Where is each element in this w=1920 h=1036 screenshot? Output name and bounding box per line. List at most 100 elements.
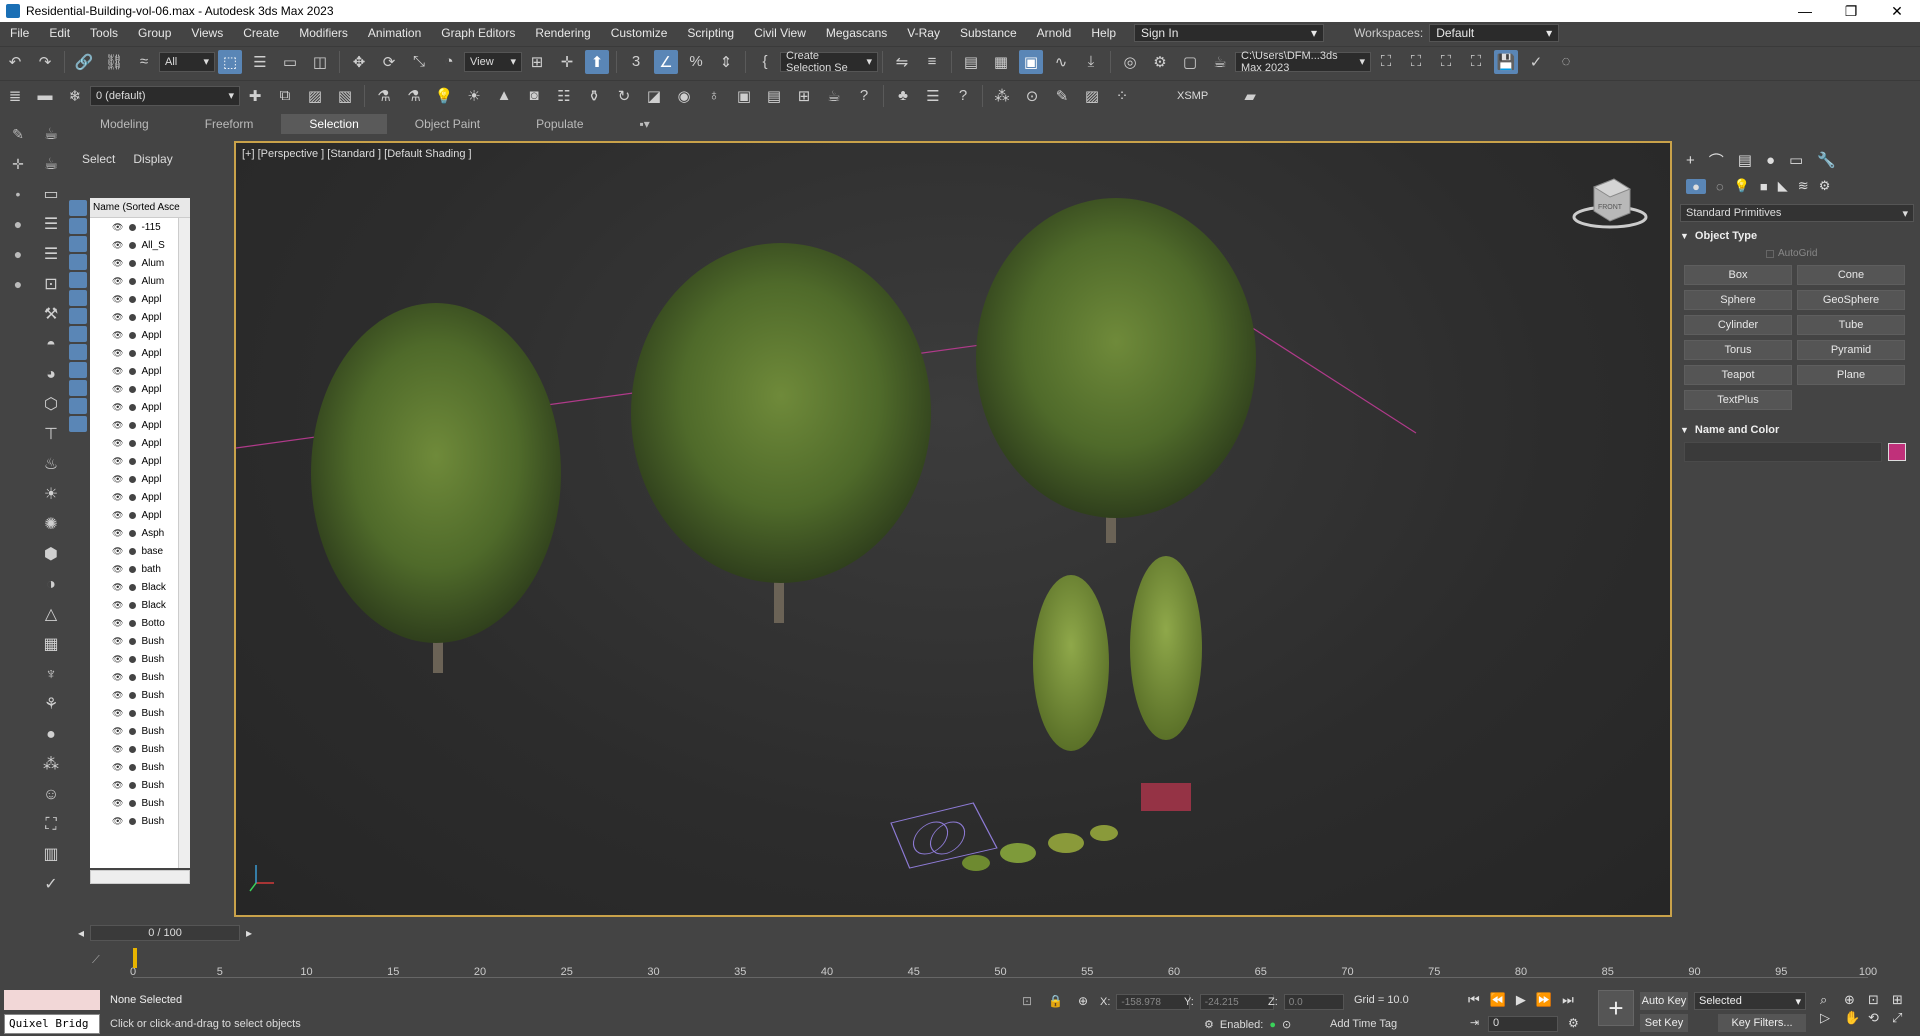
minimize-button[interactable]: — bbox=[1782, 3, 1828, 20]
ribbon-toggle-icon[interactable]: ▣ bbox=[1019, 49, 1043, 74]
list-item[interactable]: 👁 Appl bbox=[90, 344, 190, 362]
select-object-icon[interactable]: ⬚ bbox=[218, 49, 242, 74]
freeze-dot-icon[interactable] bbox=[129, 421, 137, 429]
column-header[interactable]: Name (Sorted Asce bbox=[90, 198, 190, 218]
eye-icon[interactable]: 👁 bbox=[112, 492, 123, 503]
time-slider[interactable]: 0 / 100 bbox=[90, 925, 241, 941]
window-crossing-icon[interactable]: ◫ bbox=[308, 50, 332, 74]
zoom-extents-icon[interactable]: ⊡ bbox=[1868, 992, 1890, 1008]
freeze-dot-icon[interactable] bbox=[129, 799, 137, 807]
lamp-icon[interactable]: ⊤ bbox=[38, 422, 64, 448]
absolute-mode-icon[interactable]: ⊕ bbox=[1078, 994, 1088, 1008]
freeze-icon[interactable]: ❄ bbox=[63, 84, 87, 108]
autogrid-checkbox[interactable]: AutoGrid bbox=[1766, 248, 1920, 259]
cameras-icon[interactable]: ■ bbox=[1760, 179, 1768, 194]
freeze-dot-icon[interactable] bbox=[129, 511, 137, 519]
pan-icon[interactable]: ✋ bbox=[1844, 1010, 1866, 1026]
eye-icon[interactable]: 👁 bbox=[112, 636, 123, 647]
eye-icon[interactable]: 👁 bbox=[112, 816, 123, 827]
menu-views[interactable]: Views bbox=[181, 26, 233, 40]
layer-dropdown[interactable]: 0 (default) ▾ bbox=[90, 85, 240, 106]
eye-icon[interactable]: 👁 bbox=[112, 780, 123, 791]
light-icon[interactable]: ♨ bbox=[38, 452, 64, 478]
menu-arnold[interactable]: Arnold bbox=[1027, 26, 1082, 40]
current-frame-field[interactable]: 0 bbox=[1488, 1016, 1558, 1032]
list-icon[interactable]: ☷ bbox=[552, 84, 576, 108]
eye-icon[interactable]: 👁 bbox=[112, 528, 123, 539]
plant-icon[interactable]: ♆ bbox=[38, 662, 64, 688]
nodes-icon[interactable]: ⁘ bbox=[1110, 84, 1134, 108]
freeze-dot-icon[interactable] bbox=[129, 655, 137, 663]
named-selection-dropdown[interactable]: Create Selection Se ▾ bbox=[780, 50, 878, 74]
geo-icon[interactable]: ⬡ bbox=[38, 392, 64, 418]
modify-tab-icon[interactable]: ⌒ bbox=[1709, 150, 1724, 171]
freeze-dot-icon[interactable] bbox=[129, 529, 137, 537]
list-item[interactable]: 👁 Bush bbox=[90, 812, 190, 830]
menu-animation[interactable]: Animation bbox=[358, 26, 431, 40]
list-item[interactable]: 👁 Asph bbox=[90, 524, 190, 542]
restore-button[interactable]: ❐ bbox=[1828, 3, 1874, 20]
xsmp-label[interactable]: XSMP bbox=[1177, 90, 1208, 102]
list-item[interactable]: 👁 Appl bbox=[90, 434, 190, 452]
spacewarps-icon[interactable]: ≋ bbox=[1798, 178, 1809, 194]
eye-icon[interactable]: 👁 bbox=[112, 798, 123, 809]
create-shapes-icon[interactable]: ⚗ bbox=[402, 84, 426, 108]
freeze-dot-icon[interactable] bbox=[129, 727, 137, 735]
plane-button[interactable]: Plane bbox=[1797, 365, 1905, 385]
freeze-dot-icon[interactable] bbox=[129, 457, 137, 465]
list-item[interactable]: 👁 Bush bbox=[90, 704, 190, 722]
eye-icon[interactable]: 👁 bbox=[112, 330, 123, 341]
bulb-icon[interactable]: ♁ bbox=[702, 84, 726, 108]
scatter-icon[interactable]: ⚘ bbox=[38, 692, 64, 718]
keyboard-shortcut-override-icon[interactable]: ⬆ bbox=[585, 49, 609, 74]
prev-key-icon[interactable]: ⏪ bbox=[1490, 992, 1506, 1008]
object-name-field[interactable] bbox=[1684, 442, 1882, 462]
question-icon[interactable]: ? bbox=[951, 84, 975, 108]
link-icon[interactable]: 🔗 bbox=[72, 50, 96, 74]
menu-megascans[interactable]: Megascans bbox=[816, 26, 897, 40]
list-item[interactable]: 👁 Bush bbox=[90, 776, 190, 794]
eye-icon[interactable]: 👁 bbox=[112, 348, 123, 359]
create-geometry-icon[interactable]: ⚗ bbox=[372, 84, 396, 108]
menu-rendering[interactable]: Rendering bbox=[525, 26, 600, 40]
eye-icon[interactable]: 👁 bbox=[112, 456, 123, 467]
freeze-dot-icon[interactable] bbox=[129, 367, 137, 375]
helpers-icon[interactable]: ◣ bbox=[1778, 178, 1788, 194]
list-item[interactable]: 👁 Black bbox=[90, 578, 190, 596]
eye-icon[interactable]: 👁 bbox=[112, 600, 123, 611]
freeze-dot-icon[interactable] bbox=[129, 547, 137, 555]
freeze-dot-icon[interactable] bbox=[129, 403, 137, 411]
teapot-icon[interactable]: ☕ bbox=[38, 122, 64, 148]
help-icon[interactable]: ? bbox=[852, 84, 876, 108]
eye-icon[interactable]: 👁 bbox=[112, 258, 123, 269]
grid-icon[interactable]: ⊞ bbox=[792, 84, 816, 108]
filter-lights-icon[interactable] bbox=[69, 236, 87, 252]
notes-icon[interactable]: ☰ bbox=[921, 84, 945, 108]
hierarchy-tab-icon[interactable]: ▤ bbox=[1738, 151, 1752, 169]
percent-snap-icon[interactable]: % bbox=[684, 50, 708, 74]
vray-logo-icon[interactable]: ✓ bbox=[38, 872, 64, 898]
list-item[interactable]: 👁 Appl bbox=[90, 326, 190, 344]
eye-icon[interactable]: 👁 bbox=[112, 672, 123, 683]
menu-scripting[interactable]: Scripting bbox=[677, 26, 744, 40]
tab-selection[interactable]: Selection bbox=[281, 114, 387, 134]
box-button[interactable]: Box bbox=[1684, 265, 1792, 285]
eye-icon[interactable]: 👁 bbox=[112, 312, 123, 323]
close-button[interactable]: ✕ bbox=[1874, 3, 1920, 20]
key-mode-icon[interactable]: ⇥ bbox=[1470, 1016, 1479, 1029]
record-icon[interactable]: ⊙ bbox=[1282, 1018, 1291, 1031]
eye-icon[interactable]: 👁 bbox=[112, 564, 123, 575]
star-icon[interactable]: ✺ bbox=[38, 512, 64, 538]
freeze-dot-icon[interactable] bbox=[129, 475, 137, 483]
edit-named-selection-icon[interactable]: { bbox=[753, 50, 777, 74]
tube-button[interactable]: Tube bbox=[1797, 315, 1905, 335]
vfb-icon[interactable]: ◪ bbox=[642, 84, 666, 108]
menu-file[interactable]: File bbox=[0, 26, 39, 40]
save-icon[interactable]: 💾 bbox=[1494, 49, 1518, 74]
face-icon[interactable]: ☺ bbox=[38, 782, 64, 808]
auto-key-button[interactable]: Auto Key bbox=[1640, 992, 1688, 1010]
render-production-icon[interactable]: ☕ bbox=[1208, 50, 1232, 74]
menu-create[interactable]: Create bbox=[233, 26, 289, 40]
textplus-button[interactable]: TextPlus bbox=[1684, 390, 1792, 410]
dot-icon[interactable]: • bbox=[7, 186, 29, 208]
